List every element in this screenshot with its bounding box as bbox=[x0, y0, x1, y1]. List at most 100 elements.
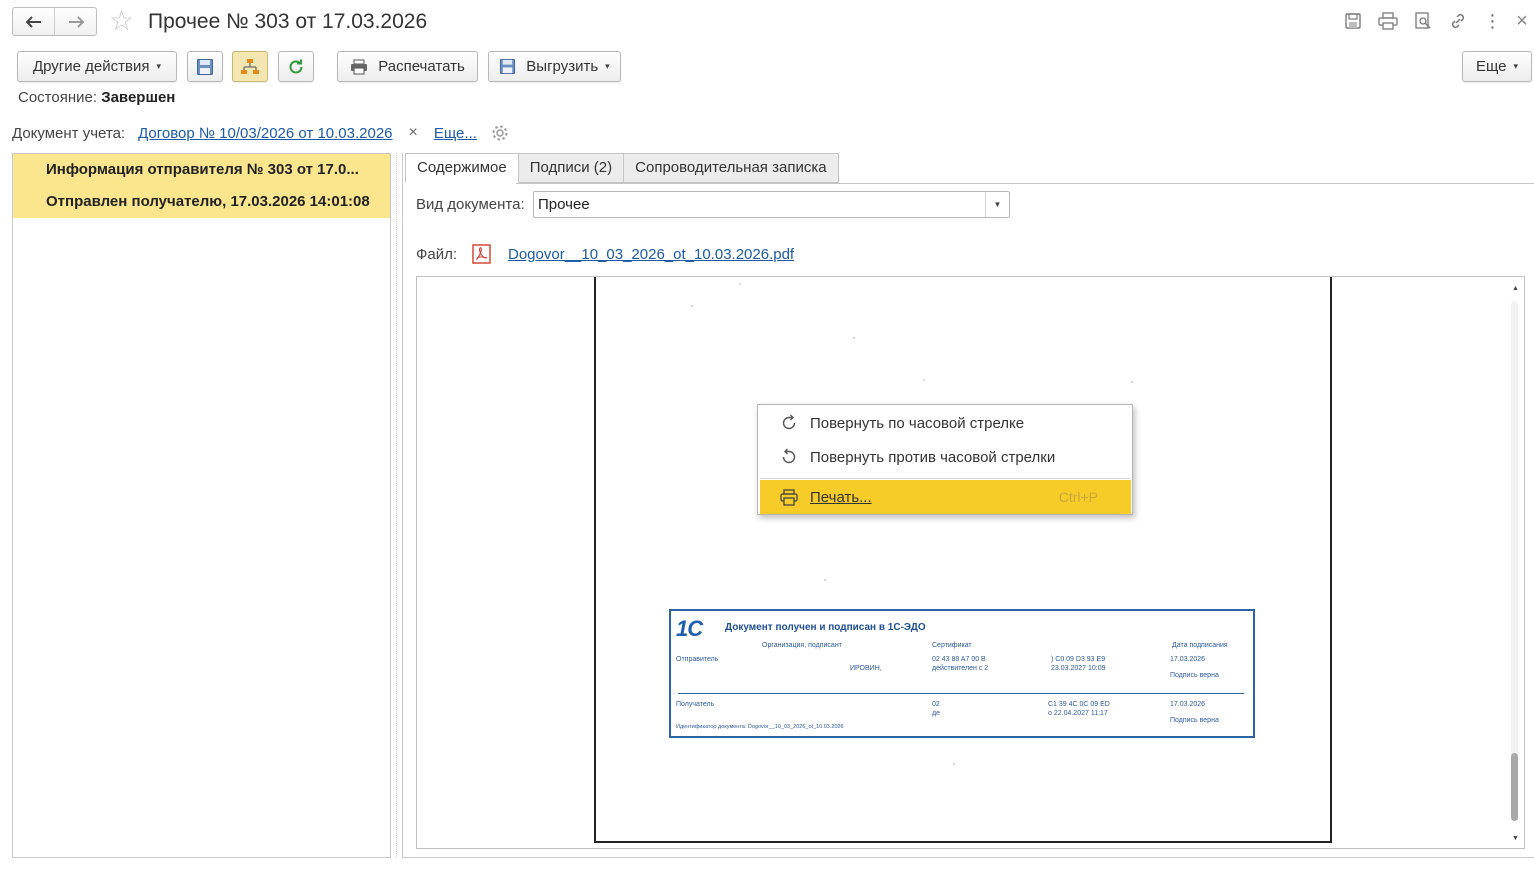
page-speck bbox=[739, 283, 741, 285]
menu-item-print[interactable]: Печать... Ctrl+P bbox=[760, 480, 1131, 514]
stamp-doc-id: Идентификатор документа: Dogovor__10_03_… bbox=[676, 724, 844, 730]
hierarchy-icon bbox=[241, 58, 259, 74]
scroll-up-icon[interactable]: ▲ bbox=[1512, 285, 1519, 292]
stamp-receiver-cert-1: 02 bbox=[932, 701, 940, 708]
page-speck bbox=[824, 579, 826, 581]
arrow-right-icon bbox=[68, 15, 84, 28]
doc-type-label: Вид документа: bbox=[416, 196, 525, 213]
edo-signature-stamp: 1С Документ получен и подписан в 1С-ЭДО … bbox=[669, 609, 1255, 738]
print-button[interactable]: Распечатать bbox=[337, 51, 478, 82]
printer-icon bbox=[350, 59, 368, 75]
1c-logo: 1С bbox=[676, 616, 703, 641]
stamp-col-org: Организация, подписант bbox=[762, 642, 842, 649]
printer-icon bbox=[775, 488, 803, 506]
stamp-divider bbox=[678, 693, 1244, 694]
accounting-document-label: Документ учета: bbox=[12, 124, 126, 142]
page-speck bbox=[853, 337, 855, 339]
doc-type-value: Прочее bbox=[538, 196, 590, 213]
vertical-scrollbar[interactable]: ▲ ▼ bbox=[1506, 277, 1524, 848]
pdf-file-icon bbox=[472, 244, 491, 268]
clear-icon[interactable]: × bbox=[409, 124, 418, 142]
rotate-counterclockwise-icon bbox=[775, 448, 803, 466]
export-button[interactable]: Выгрузить ▾ bbox=[488, 51, 621, 82]
menu-separator bbox=[760, 478, 1130, 479]
window-title: Прочее № 303 от 17.03.2026 bbox=[148, 10, 428, 33]
accounting-document-link[interactable]: Договор № 10/03/2026 от 10.03.2026 bbox=[138, 125, 392, 142]
save-icon[interactable] bbox=[1335, 8, 1370, 34]
gear-icon[interactable] bbox=[491, 124, 509, 142]
pdf-viewer[interactable]: 1С Документ получен и подписан в 1С-ЭДО … bbox=[416, 276, 1525, 849]
preview-icon[interactable] bbox=[1405, 8, 1440, 34]
menu-item-label: Повернуть по часовой стрелке bbox=[810, 414, 1025, 432]
stamp-sender-date: 17.03.2026 bbox=[1170, 656, 1206, 663]
print-button-label: Распечатать bbox=[378, 58, 465, 75]
tab-content[interactable]: Содержимое bbox=[405, 153, 519, 183]
more-button[interactable]: Еще ▾ bbox=[1462, 51, 1532, 82]
accounting-document-row: Документ учета: Договор № 10/03/2026 от … bbox=[12, 124, 509, 142]
refresh-button[interactable] bbox=[278, 51, 314, 82]
more-vertical-icon[interactable]: ⋮ bbox=[1475, 8, 1510, 34]
export-button-label: Выгрузить bbox=[526, 58, 599, 75]
favorite-star-icon[interactable]: ☆ bbox=[109, 6, 134, 36]
context-menu: Повернуть по часовой стрелке Повернуть п… bbox=[757, 404, 1133, 515]
event-list[interactable]: Информация отправителя № 303 от 17.0... … bbox=[12, 153, 391, 858]
status-row: Состояние: Завершен bbox=[18, 89, 175, 106]
stamp-sender-cert-1: 02 43 88 A7 00 B bbox=[932, 656, 986, 663]
back-button[interactable] bbox=[13, 8, 54, 35]
stamp-sender-cert-3: ) C0 09 D3 93 E9 bbox=[1051, 656, 1106, 663]
stamp-receiver-valid: Подпись верна bbox=[1170, 717, 1219, 724]
doc-type-select[interactable]: Прочее ▼ bbox=[533, 191, 1010, 218]
link-icon[interactable] bbox=[1440, 8, 1475, 34]
stamp-sender-valid: Подпись верна bbox=[1170, 672, 1219, 679]
status-label: Состояние: bbox=[18, 89, 98, 106]
chevron-down-icon: ▾ bbox=[1513, 61, 1519, 71]
floppy-disk-icon bbox=[197, 58, 213, 75]
refresh-icon bbox=[289, 59, 303, 73]
tab-signatures[interactable]: Подписи (2) bbox=[518, 153, 625, 183]
stamp-receiver-cert-2: де bbox=[932, 710, 940, 717]
scroll-thumb[interactable] bbox=[1511, 753, 1518, 821]
more-button-label: Еще bbox=[1475, 58, 1507, 75]
arrow-left-icon bbox=[25, 15, 41, 28]
rotate-clockwise-icon bbox=[775, 414, 803, 432]
menu-item-label: Повернуть против часовой стрелки bbox=[810, 448, 1056, 466]
scroll-rail[interactable] bbox=[1511, 301, 1518, 821]
stamp-sender-label: Отправитель bbox=[676, 656, 719, 663]
stamp-receiver-date: 17.03.2026 bbox=[1170, 701, 1206, 708]
save-button[interactable] bbox=[187, 51, 223, 82]
close-icon[interactable]: × bbox=[1510, 8, 1534, 34]
forward-button[interactable] bbox=[54, 8, 96, 35]
menu-item-label: Печать... bbox=[810, 488, 872, 506]
accounting-document-more-link[interactable]: Еще... bbox=[434, 125, 477, 142]
stamp-sender-cert-4: 23.03.2027 10:09 bbox=[1051, 665, 1106, 672]
other-actions-button[interactable]: Другие действия ▾ bbox=[17, 51, 177, 82]
status-value: Завершен bbox=[101, 89, 176, 106]
stamp-title: Документ получен и подписан в 1С-ЭДО bbox=[725, 622, 926, 633]
tab-cover-note[interactable]: Сопроводительная записка bbox=[624, 153, 839, 183]
stamp-col-date: Дата подписания bbox=[1172, 642, 1228, 649]
menu-item-rotate-ccw[interactable]: Повернуть против часовой стрелки bbox=[758, 440, 1132, 474]
stamp-receiver-cert-4: о 22.04.2027 11:17 bbox=[1048, 710, 1108, 717]
pdf-page bbox=[594, 277, 1332, 843]
chevron-down-icon: ▾ bbox=[605, 61, 610, 71]
page-speck bbox=[953, 763, 955, 765]
list-item[interactable]: Отправлен получателю, 17.03.2026 14:01:0… bbox=[13, 186, 390, 218]
navigation-buttons bbox=[12, 7, 97, 36]
file-label: Файл: bbox=[416, 246, 458, 263]
export-disk-icon bbox=[499, 58, 516, 75]
pane-splitter[interactable] bbox=[396, 153, 397, 858]
file-link[interactable]: Dogovor__10_03_2026_ot_10.03.2026.pdf bbox=[508, 246, 794, 263]
page-speck bbox=[923, 379, 925, 381]
stamp-sender-cert-2: действителен с 2 bbox=[932, 665, 989, 672]
menu-item-shortcut: Ctrl+P bbox=[1058, 489, 1098, 505]
menu-item-rotate-cw[interactable]: Повернуть по часовой стрелке bbox=[758, 406, 1132, 440]
structure-button[interactable] bbox=[232, 51, 268, 82]
chevron-down-icon: ▾ bbox=[156, 61, 162, 71]
stamp-col-cert: Сертификат bbox=[932, 642, 972, 649]
stamp-receiver-label: Получатель bbox=[676, 701, 715, 708]
print-icon[interactable] bbox=[1370, 8, 1405, 34]
other-actions-label: Другие действия bbox=[32, 58, 150, 75]
list-item[interactable]: Информация отправителя № 303 от 17.0... bbox=[13, 154, 390, 186]
scroll-down-icon[interactable]: ▼ bbox=[1512, 835, 1519, 842]
chevron-down-icon[interactable]: ▼ bbox=[985, 192, 1009, 217]
